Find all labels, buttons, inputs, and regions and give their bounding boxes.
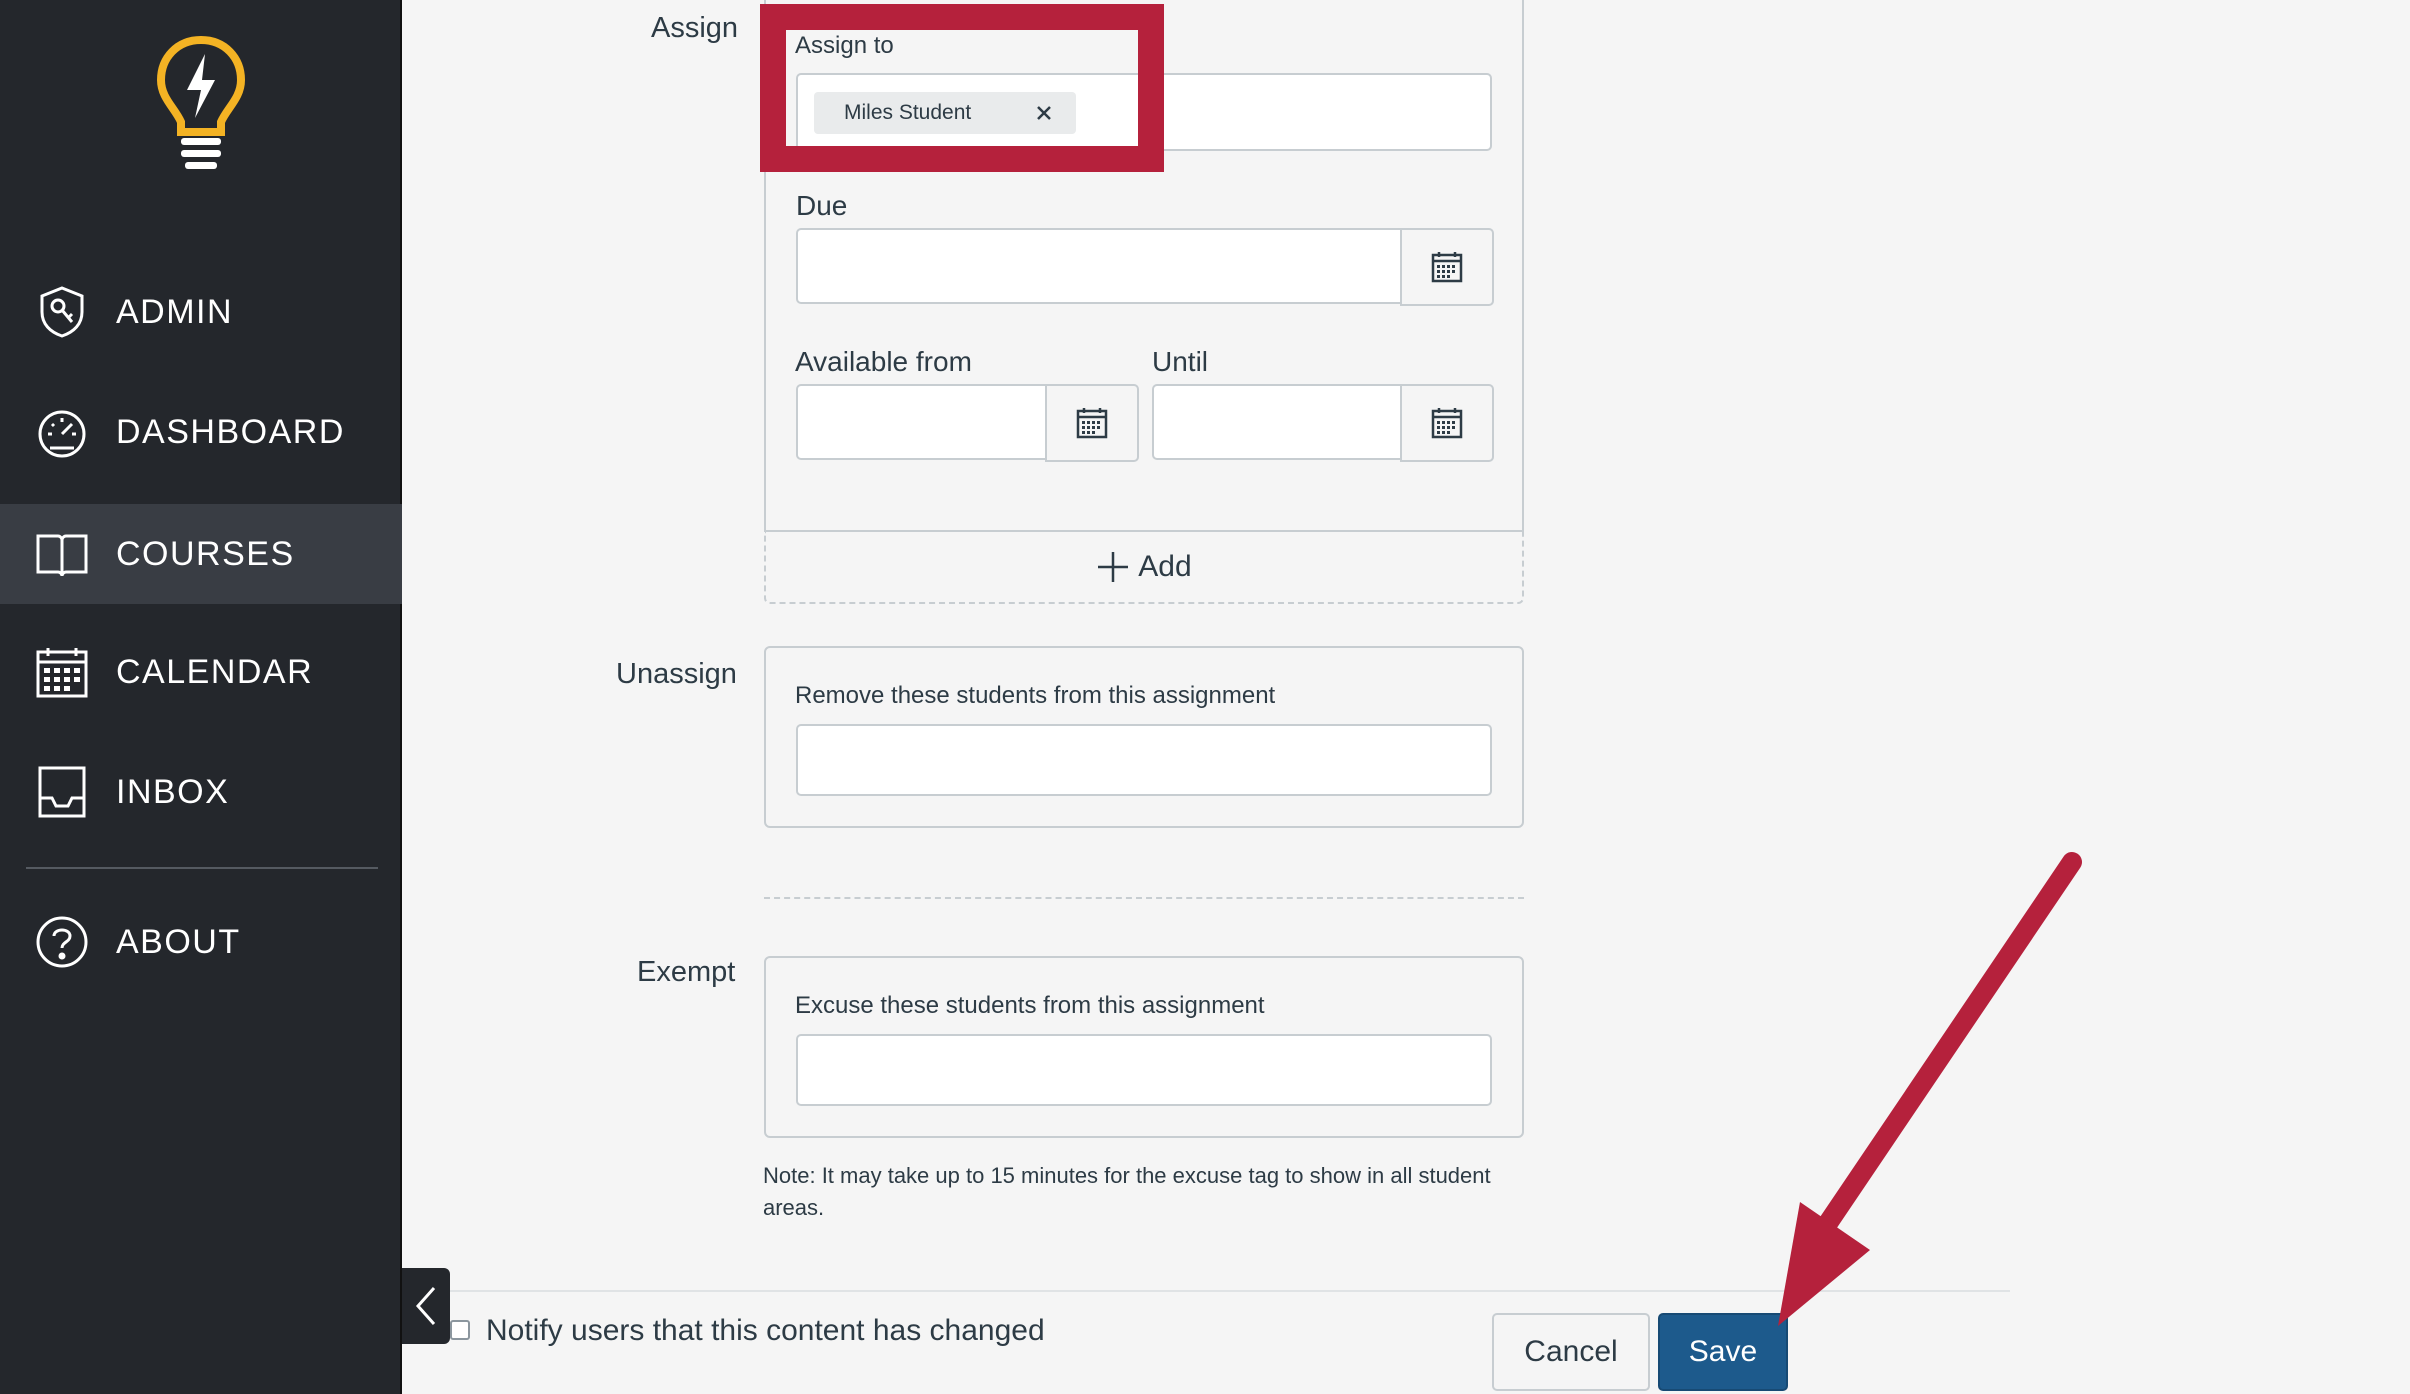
exempt-field-label: Excuse these students from this assignme…: [795, 992, 1265, 1019]
sidebar-divider: [26, 867, 378, 869]
sidebar-item-inbox[interactable]: INBOX: [0, 742, 402, 842]
notify-label[interactable]: Notify users that this content has chang…: [486, 1314, 1045, 1348]
sidebar-item-label: INBOX: [116, 772, 230, 811]
courses-book-icon: [36, 534, 88, 577]
sidebar-item-courses[interactable]: COURSES: [0, 504, 402, 604]
save-button[interactable]: Save: [1658, 1313, 1788, 1391]
admin-shield-icon: [40, 286, 84, 338]
sidebar-item-label: ABOUT: [116, 922, 241, 961]
collapse-sidebar-button[interactable]: [402, 1268, 450, 1344]
sidebar-item-label: COURSES: [116, 534, 295, 573]
sidebar-item-calendar[interactable]: CALENDAR: [0, 622, 402, 722]
sidebar-item-dashboard[interactable]: DASHBOARD: [0, 382, 402, 482]
calendar-icon: [1431, 252, 1463, 283]
until-picker-button[interactable]: [1400, 384, 1494, 462]
calendar-icon: [1076, 408, 1108, 439]
inbox-tray-icon: [38, 766, 86, 818]
cancel-button[interactable]: Cancel: [1492, 1313, 1650, 1391]
sidebar-item-label: ADMIN: [116, 292, 234, 331]
calendar-icon: [36, 648, 88, 698]
notify-checkbox[interactable]: [450, 1320, 470, 1340]
until-input[interactable]: [1152, 384, 1404, 460]
due-date-picker-button[interactable]: [1400, 228, 1494, 306]
unassign-section-label: Unassign: [616, 658, 737, 690]
unassign-input[interactable]: [796, 724, 1492, 796]
exempt-section-label: Exempt: [637, 956, 736, 988]
unassign-field-label: Remove these students from this assignme…: [795, 682, 1276, 709]
highlight-annotation-box: [760, 4, 1164, 172]
available-from-picker-button[interactable]: [1045, 384, 1139, 462]
add-assignment-button[interactable]: Add: [764, 530, 1524, 604]
until-label: Until: [1152, 346, 1209, 377]
sidebar-item-label: CALENDAR: [116, 652, 314, 691]
available-from-label: Available from: [795, 346, 972, 377]
lightbulb-logo-icon: [156, 36, 246, 169]
add-label: Add: [1138, 550, 1192, 583]
exempt-note: Note: It may take up to 15 minutes for t…: [763, 1163, 1491, 1220]
sidebar-item-label: DASHBOARD: [116, 412, 345, 451]
assign-section-label: Assign: [651, 12, 739, 44]
sidebar-item-about[interactable]: ABOUT: [0, 892, 402, 992]
available-from-input[interactable]: [796, 384, 1048, 460]
section-separator: [764, 897, 1524, 899]
due-label: Due: [796, 190, 848, 221]
dashboard-gauge-icon: [38, 410, 86, 458]
plus-icon: [1098, 552, 1129, 582]
chevron-left-icon: [415, 1287, 436, 1325]
sidebar: ADMIN DASHBOARD COURSES CALENDAR INBOX A…: [0, 0, 402, 1394]
sidebar-item-admin[interactable]: ADMIN: [0, 262, 402, 362]
footer-divider: [450, 1290, 2010, 1292]
help-circle-icon: [36, 916, 88, 968]
due-date-input[interactable]: [796, 228, 1402, 304]
exempt-input[interactable]: [796, 1034, 1492, 1106]
calendar-icon: [1431, 408, 1463, 439]
